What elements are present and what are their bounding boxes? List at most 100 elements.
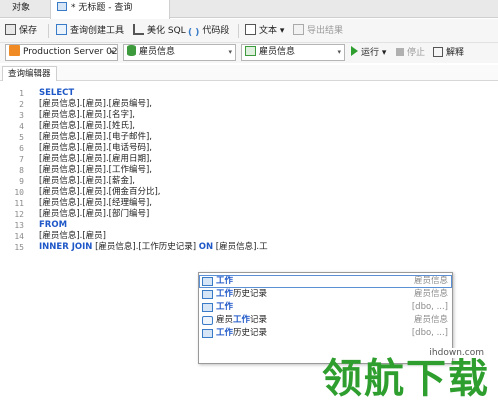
server-select[interactable]: Production Server 02 ▾ (5, 44, 118, 61)
code-text: [雇员信息].[雇员].[部门编号] (39, 209, 150, 219)
query-toolbar: 保存 查询创建工具 美化 SQL ( ) 代码段 文本 ▾ 导出结果 (0, 19, 498, 43)
line-number: 14 (14, 232, 24, 241)
export-result-button[interactable]: 导出结果 (293, 22, 343, 40)
code-text: [雇员信息].工 (215, 242, 268, 252)
toolbar-divider (238, 24, 239, 38)
code-snippet-label: 代码段 (202, 26, 230, 36)
chevron-down-icon: ▾ (110, 48, 114, 56)
text-output-button[interactable]: 文本 ▾ (245, 22, 284, 40)
save-icon (5, 24, 16, 35)
save-label: 保存 (19, 26, 38, 36)
chevron-down-icon: ▾ (279, 26, 285, 36)
schema-icon (245, 46, 256, 56)
code-text: [雇员信息].[雇员].[电子邮件], (39, 132, 153, 142)
watermark-url: ihdown.com (427, 348, 486, 358)
item-name-match: 工作 (216, 302, 234, 312)
explain-label: 解释 (446, 48, 465, 58)
text-label: 文本 (259, 26, 278, 36)
tab-objects[interactable]: 对象 (6, 0, 36, 18)
item-name-match: 工作 (216, 276, 234, 286)
item-name-suffix: 历史记录 (233, 289, 268, 299)
tab-untitled-query[interactable]: * 无标题 - 查询 (50, 0, 170, 19)
item-schema: 雇员信息 (413, 315, 448, 325)
tab-query-editor[interactable]: 查询编辑器 (2, 66, 57, 81)
line-number: 9 (19, 177, 24, 186)
text-icon (245, 24, 256, 35)
table-icon (202, 277, 213, 286)
line-number: 12 (14, 210, 24, 219)
autocomplete-item[interactable]: 工作历史记录 [dbo, ...] (199, 327, 452, 340)
query-builder-button[interactable]: 查询创建工具 (56, 22, 124, 40)
code-text: [雇员信息].[雇员] (39, 231, 106, 241)
autocomplete-item[interactable]: 工作 [dbo, ...] (199, 301, 452, 314)
database-select[interactable]: 雇员信息 ▾ (123, 44, 236, 61)
view-icon (202, 316, 213, 325)
query-builder-icon (56, 24, 67, 35)
line-number: 7 (19, 155, 24, 164)
code-text: [雇员信息].[雇员].[佣金百分比], (39, 187, 161, 197)
query-tab-icon (57, 2, 67, 11)
database-icon (127, 45, 136, 56)
toolbar-divider (48, 24, 49, 38)
stop-icon (396, 48, 404, 56)
database-value: 雇员信息 (139, 47, 176, 57)
autocomplete-item[interactable]: 工作历史记录 雇员信息 (199, 288, 452, 301)
line-number: 5 (19, 133, 24, 142)
item-name-match: 工作 (216, 289, 234, 299)
autocomplete-item[interactable]: 雇员工作记录 雇员信息 (199, 314, 452, 327)
play-icon (351, 46, 358, 56)
item-schema: 雇员信息 (413, 289, 448, 299)
chevron-down-icon: ▾ (228, 48, 232, 56)
code-text: [雇员信息].[雇员].[工作编号], (39, 165, 153, 175)
code-text: [雇员信息].[雇员].[雇员编号], (39, 99, 153, 109)
server-icon (9, 45, 20, 56)
beautify-sql-button[interactable]: 美化 SQL (133, 22, 186, 40)
sql-keyword: ON (198, 242, 214, 252)
document-tab-bar: 对象 * 无标题 - 查询 (0, 0, 498, 19)
line-number: 3 (19, 111, 24, 120)
query-builder-label: 查询创建工具 (70, 26, 125, 36)
beautify-icon (133, 24, 144, 35)
code-text: [雇员信息].[雇员].[雇用日期], (39, 154, 153, 164)
line-number: 4 (19, 122, 24, 131)
schema-value: 雇员信息 (259, 47, 296, 57)
line-number: 2 (19, 100, 24, 109)
stop-button[interactable]: 停止 (396, 44, 425, 62)
table-icon (202, 329, 213, 338)
item-schema: [dbo, ...] (411, 328, 448, 338)
line-number: 1 (19, 89, 24, 98)
explain-button[interactable]: 解释 (433, 44, 464, 62)
item-name-match: 工作 (216, 328, 234, 338)
editor-subtab-bar: 查询编辑器 (0, 65, 498, 81)
chevron-down-icon: ▾ (337, 48, 341, 56)
autocomplete-item[interactable]: 工作 雇员信息 (199, 275, 452, 288)
sql-keyword: SELECT (39, 88, 75, 98)
code-text: [雇员信息].[雇员].[电话号码], (39, 143, 153, 153)
code-text: [雇员信息].[雇员].[薪金], (39, 176, 136, 186)
code-text: [雇员信息].[雇员].[经理编号], (39, 198, 153, 208)
save-button[interactable]: 保存 (5, 22, 37, 40)
export-result-label: 导出结果 (307, 26, 344, 36)
line-number: 11 (14, 199, 24, 208)
export-icon (293, 24, 304, 35)
sql-keyword: INNER JOIN (39, 242, 93, 252)
watermark: 领航下载 ihdown.com (318, 346, 498, 404)
line-number: 15 (14, 243, 24, 252)
run-button[interactable]: 运行 ▾ (351, 44, 386, 62)
table-icon (202, 290, 213, 299)
tab-untitled-query-label: * 无标题 - 查询 (71, 3, 133, 13)
code-snippet-button[interactable]: ( ) 代码段 (188, 22, 229, 40)
line-number: 13 (14, 221, 24, 230)
schema-select[interactable]: 雇员信息 ▾ (241, 44, 345, 61)
item-name-match: 工作 (233, 315, 251, 325)
code-snippet-icon: ( ) (188, 28, 200, 38)
line-number: 6 (19, 144, 24, 153)
sql-keyword: FROM (39, 220, 68, 230)
line-number: 8 (19, 166, 24, 175)
watermark-text: 领航下载 (322, 356, 490, 402)
connection-bar: Production Server 02 ▾ 雇员信息 ▾ 雇员信息 ▾ 运行 ▾ 停… (0, 43, 498, 63)
item-schema: 雇员信息 (413, 276, 448, 286)
item-schema: [dbo, ...] (411, 302, 448, 312)
server-value: Production Server 02 (23, 47, 118, 57)
stop-label: 停止 (407, 48, 426, 58)
